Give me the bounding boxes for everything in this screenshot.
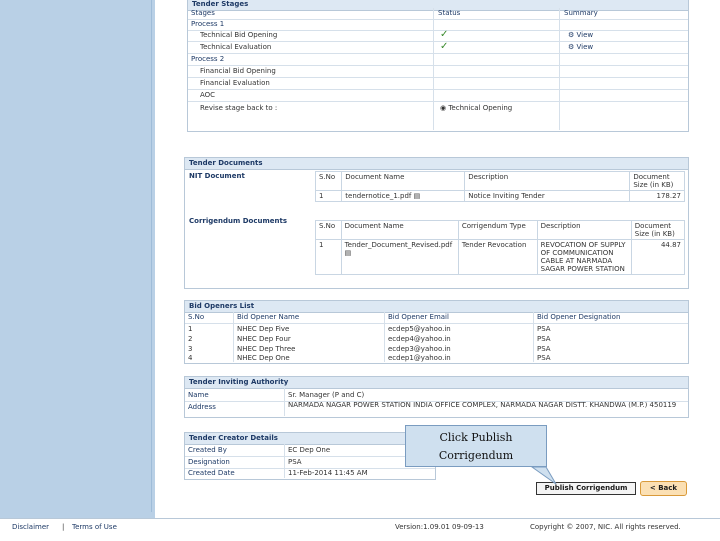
nit-table: S.No Document Name Description Document … [314,171,685,202]
process-2-label: Process 2 [191,55,225,63]
designation-value: PSA [288,458,302,466]
tender-authority-panel: Tender Inviting Authority Name Sr. Manag… [184,376,689,418]
bo-col-designation: Bid Opener Designation [537,313,621,321]
instruction-callout: Click Publish Corrigendum [405,425,547,467]
stage-fin-evaluation: Financial Evaluation [200,79,270,87]
view-icon: ⚙ [568,43,577,51]
footer-separator: | [62,523,65,531]
download-icon: ▤ [413,192,421,200]
callout-arrow [530,466,557,485]
copyright-text: Copyright © 2007, NIC. All rights reserv… [530,523,681,531]
corr-doc-link[interactable]: Tender_Document_Revised.pdf ▤ [340,239,459,275]
nit-col-sno: S.No [314,171,343,191]
col-summary: Summary [564,9,598,17]
tender-creator-panel: Tender Creator Details Created By EC Dep… [184,432,436,480]
corr-col-desc: Description [536,220,632,240]
bo-col-sno: S.No [188,313,205,321]
revise-stage-label: Revise stage back to : [200,104,278,112]
created-date-label: Created Date [188,469,235,477]
nit-doc-link[interactable]: tendernotice_1.pdf ▤ [341,190,466,202]
stage-tech-evaluation: Technical Evaluation [200,43,272,51]
back-button[interactable]: < Back [640,481,687,496]
check-icon: ✓ [440,29,449,40]
table-row: 4 NHEC Dep One ecdep1@yahoo.in PSA [188,354,551,362]
revise-stage-radio[interactable]: ◉ Technical Opening [440,103,512,114]
stage-aoc: AOC [200,91,216,99]
left-sidebar-inner [4,0,152,512]
corr-col-size: Document Size (in KB) [630,220,686,240]
tender-stages-panel: Tender Stages Stages Status Summary Proc… [187,0,689,132]
table-row: 1 Tender_Document_Revised.pdf ▤ Tender Re… [315,239,686,275]
nit-col-desc: Description [464,171,631,191]
disclaimer-link[interactable]: Disclaimer [12,522,49,533]
tender-documents-header: Tender Documents [185,158,688,170]
authority-address-label: Address [188,403,216,411]
nit-document-label: NIT Document [189,172,245,180]
tender-documents-panel: Tender Documents NIT Document S.No Docum… [184,157,689,289]
terms-of-use-link[interactable]: Terms of Use [72,522,117,533]
authority-name-label: Name [188,391,209,399]
version-text: Version:1.09.01 09-09-13 [395,523,484,531]
stage-tech-bid-opening: Technical Bid Opening [200,31,278,39]
callout-line-2: Corrigendum [438,449,514,462]
tender-authority-header: Tender Inviting Authority [185,377,688,389]
created-by-value: EC Dep One [288,446,331,454]
nit-col-name: Document Name [341,171,466,191]
check-icon: ✓ [440,41,449,52]
bo-col-email: Bid Opener Email [388,313,449,321]
view-link-tech-eval[interactable]: ⚙ View [568,42,593,53]
footer: Disclaimer | Terms of Use Version:1.09.0… [0,518,720,541]
created-date-value: 11-Feb-2014 11:45 AM [288,469,368,477]
tender-creator-header: Tender Creator Details [185,433,435,445]
download-icon: ▤ [344,249,352,257]
corr-col-type: Corrigendum Type [457,220,538,240]
process-1-label: Process 1 [191,20,225,28]
corr-col-sno: S.No [315,220,342,240]
nit-col-size: Document Size (in KB) [629,171,685,191]
corrigendum-table: S.No Document Name Corrigendum Type Desc… [315,220,686,275]
callout-line-1: Click Publish [439,431,513,444]
view-icon: ⚙ [568,31,577,39]
authority-address-value: NARMADA NAGAR POWER STATION INDIA OFFICE… [288,402,677,409]
corr-col-name: Document Name [340,220,459,240]
authority-name-value: Sr. Manager (P and C) [288,391,365,399]
view-link-tech-bid[interactable]: ⚙ View [568,30,593,41]
col-status: Status [438,9,461,17]
col-stages: Stages [191,9,215,17]
stage-fin-bid-opening: Financial Bid Opening [200,67,276,75]
corrigendum-documents-label: Corrigendum Documents [189,217,288,225]
bo-col-name: Bid Opener Name [237,313,300,321]
table-row: 1 tendernotice_1.pdf ▤ Notice Inviting T… [314,190,685,202]
designation-label: Designation [188,458,230,466]
bid-openers-panel: Bid Openers List S.No Bid Opener Name Bi… [184,300,689,364]
created-by-label: Created By [188,446,227,454]
